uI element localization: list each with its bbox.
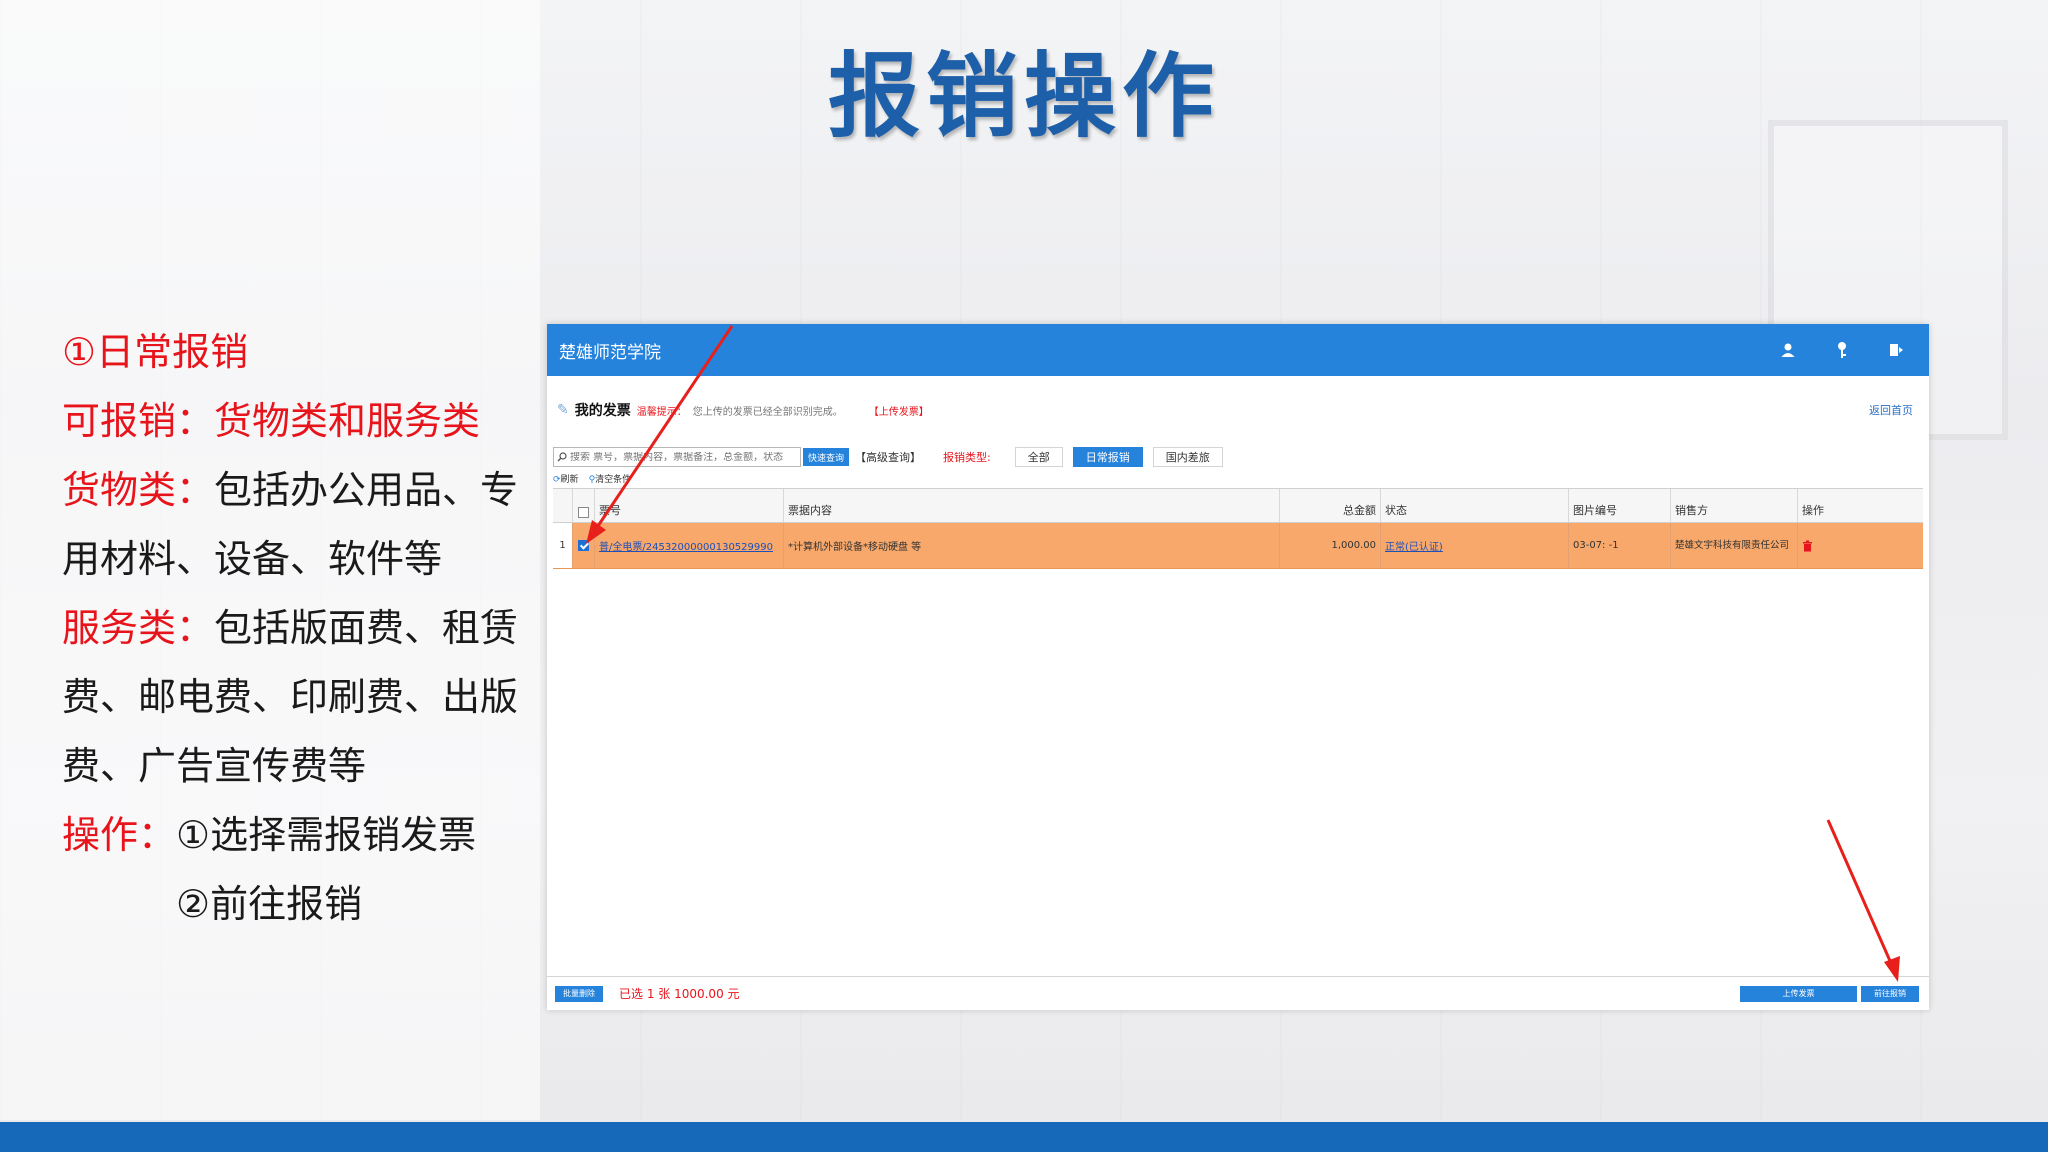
- header-operation: 操作: [1802, 504, 1824, 517]
- left-description: ①日常报销 可报销：货物类和服务类 货物类：包括办公用品、专 用材料、设备、软件…: [62, 318, 542, 939]
- clear-filter-button[interactable]: ⚲清空条件: [589, 472, 632, 485]
- table-header: 票号 票据内容 总金额 状态 图片编号 销售方 操作: [553, 489, 1923, 523]
- user-icon-svg: [1781, 343, 1795, 357]
- type-tab-all[interactable]: 全部: [1014, 447, 1063, 467]
- text-line: 费、广告宣传费等: [62, 732, 542, 801]
- services-label: 服务类：: [62, 606, 215, 650]
- pencil-icon: ✎: [557, 402, 569, 418]
- quick-search-button[interactable]: 快速查询: [803, 448, 850, 466]
- go-reimburse-button[interactable]: 前往报销: [1861, 985, 1919, 1002]
- header-total: 总金额: [1280, 489, 1381, 522]
- header-icons: [1779, 341, 1917, 359]
- upload-invoice-button[interactable]: 上传发票: [1740, 985, 1857, 1002]
- key-icon-svg: [1838, 342, 1846, 358]
- header-invoice-no: 票号: [595, 489, 784, 522]
- text-line: 货物类：包括办公用品、专: [62, 456, 542, 525]
- tip-text: 您上传的发票已经全部识别完成。: [692, 406, 843, 418]
- header-status: 状态: [1381, 489, 1569, 522]
- text-line: 操作：①选择需报销发票: [62, 801, 542, 870]
- text-line: ②前往报销: [62, 870, 542, 939]
- operation-label: 操作：: [62, 813, 177, 857]
- upload-invoice-link[interactable]: 【上传发票】: [869, 403, 929, 418]
- app-header: 楚雄师范学院: [547, 324, 1929, 376]
- type-tab-daily[interactable]: 日常报销: [1072, 447, 1143, 467]
- daily-reimburse-heading: ①日常报销: [62, 330, 249, 374]
- table-row[interactable]: 1 普/全电票/24532000000130529990 *计算机外部设备*移动…: [553, 523, 1923, 569]
- header-content: 票据内容: [784, 489, 1280, 522]
- operation-step2: ②前往报销: [176, 882, 363, 926]
- services-text-cont: 费、邮电费、印刷费、出版: [62, 675, 519, 719]
- operation-step1: ①选择需报销发票: [176, 813, 477, 857]
- select-all-checkbox[interactable]: [578, 507, 589, 518]
- row-index: 1: [553, 523, 573, 568]
- bottom-bar: [0, 1122, 2048, 1152]
- invoice-no-link[interactable]: 普/全电票/24532000000130529990: [599, 538, 773, 553]
- refresh-icon: ⟳: [553, 475, 561, 485]
- header-seller: 销售方: [1671, 489, 1798, 522]
- row-total: 1,000.00: [1280, 523, 1381, 568]
- search-toolbar: 快速查询 【高级查询】 报销类型: 全部 日常报销 国内差旅: [553, 444, 1921, 470]
- invoice-app-window: 楚雄师范学院 ✎ 我的发票 温馨提示： 您上传的发票已经全部识别完成。 【上传发…: [547, 324, 1929, 1010]
- header-index: [553, 489, 573, 522]
- row-status-cell: 正常(已认证): [1381, 523, 1569, 568]
- search-box: [553, 447, 801, 467]
- row-operation-cell: [1798, 523, 1923, 568]
- search-input[interactable]: [570, 451, 798, 463]
- goods-label: 货物类：: [62, 468, 215, 512]
- reimburse-type-label: 报销类型:: [943, 451, 991, 464]
- text-line: 费、邮电费、印刷费、出版: [62, 663, 542, 732]
- invoice-table: 票号 票据内容 总金额 状态 图片编号 销售方 操作 1 普/全电票/24532…: [553, 488, 1923, 569]
- reimbursable-line: 可报销：货物类和服务类: [62, 399, 481, 443]
- text-line: ①日常报销: [62, 318, 542, 387]
- subhead: ✎ 我的发票 温馨提示： 您上传的发票已经全部识别完成。 【上传发票】: [557, 400, 929, 420]
- row-checkbox[interactable]: [578, 540, 589, 551]
- type-tab-domestic-travel[interactable]: 国内差旅: [1152, 447, 1223, 467]
- header-image-no: 图片编号: [1569, 489, 1671, 522]
- clear-label: 清空条件: [595, 475, 632, 485]
- goods-text: 包括办公用品、专: [214, 468, 519, 512]
- row-image-no: 03-07: -1: [1569, 523, 1671, 568]
- user-icon[interactable]: [1779, 341, 1797, 359]
- secondary-toolbar: ⟳刷新 ⚲清空条件: [553, 472, 631, 485]
- row-content: *计算机外部设备*移动硬盘 等: [784, 523, 1280, 568]
- row-seller: 楚雄文宇科技有限责任公司: [1671, 523, 1798, 568]
- footer-actions: 上传发票 前往报销: [1740, 985, 1921, 1002]
- text-line: 用材料、设备、软件等: [62, 525, 542, 594]
- tip-label: 温馨提示：: [636, 406, 687, 418]
- trash-icon[interactable]: [1802, 540, 1813, 552]
- selected-summary: 已选 1 张 1000.00 元: [619, 987, 740, 1001]
- goods-text-cont: 用材料、设备、软件等: [62, 537, 443, 581]
- slide-title: 报销操作: [827, 43, 1220, 150]
- app-title: 楚雄师范学院: [559, 342, 661, 363]
- status-link[interactable]: 正常(已认证): [1385, 538, 1443, 553]
- header-checkbox-cell: [573, 489, 595, 522]
- batch-delete-button[interactable]: 批量删除: [555, 985, 603, 1002]
- logout-icon-svg: [1890, 344, 1903, 356]
- return-home-link[interactable]: 返回首页: [1869, 402, 1913, 418]
- text-line: 服务类：包括版面费、租赁: [62, 594, 542, 663]
- text-line: 可报销：货物类和服务类: [62, 387, 542, 456]
- my-invoices-title: 我的发票: [574, 403, 631, 419]
- row-invoice-no-cell: 普/全电票/24532000000130529990: [595, 523, 784, 568]
- search-icon: [557, 452, 567, 462]
- refresh-button[interactable]: ⟳刷新: [553, 472, 579, 485]
- services-text: 包括版面费、租赁: [214, 606, 519, 650]
- services-text-cont2: 费、广告宣传费等: [62, 744, 367, 788]
- logout-icon[interactable]: [1887, 341, 1905, 359]
- advanced-search-button[interactable]: 【高级查询】: [855, 449, 921, 465]
- refresh-label: 刷新: [560, 475, 579, 485]
- row-checkbox-cell: [573, 523, 595, 568]
- app-footer: 批量删除 已选 1 张 1000.00 元 上传发票 前往报销: [547, 976, 1929, 1010]
- key-icon[interactable]: [1833, 341, 1851, 359]
